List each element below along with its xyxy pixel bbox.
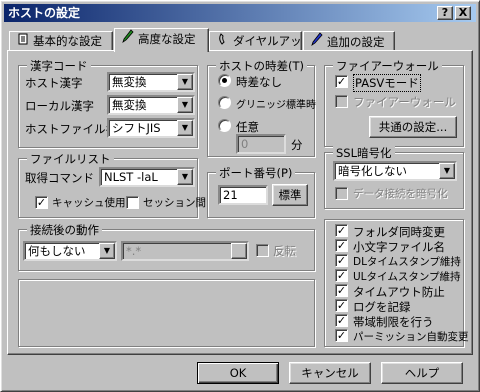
phone-icon (216, 32, 230, 51)
kanji-code-title: 漢字コード (27, 58, 91, 74)
timezone-custom-label: 任意 (236, 120, 259, 134)
chevron-down-icon[interactable]: ▼ (439, 163, 455, 179)
firewall-group: ファイアーウォール ✓ PASVモード ファイアーウォール 共通の設定... (324, 58, 464, 147)
firewall-title: ファイアーウォール (333, 58, 442, 74)
timezone-unit-label: 分 (291, 138, 303, 152)
session-checkbox[interactable] (126, 196, 139, 209)
tab-dialup[interactable]: ダイヤルアップ (209, 31, 313, 51)
option-checkbox-3[interactable]: ✓ (335, 269, 348, 282)
firewall-label: ファイアーウォール (353, 95, 456, 109)
fetch-command-label: 取得コマンド (25, 171, 94, 185)
pasv-mode-label: PASVモード (353, 74, 421, 92)
chevron-down-icon[interactable]: ▼ (177, 97, 193, 113)
ssl-encryption-select[interactable]: 暗号化しない ▼ (333, 161, 457, 181)
option-label-0: フォルダ同時変更 (353, 225, 445, 239)
timezone-gmt-label: グリニッジ標準時 (236, 100, 316, 111)
file-list-title: ファイルリスト (27, 151, 114, 167)
document-icon (16, 32, 30, 51)
host-filename-select[interactable]: シフトJIS ▼ (107, 118, 195, 138)
data-encrypt-checkbox[interactable] (335, 187, 348, 200)
tab-basic-settings[interactable]: 基本的な設定 (9, 31, 113, 51)
pencil-icon (310, 32, 324, 52)
port-number-group: ポート番号(P) 21 標準 (207, 165, 315, 218)
window-title: ホストの設定 (8, 6, 81, 20)
port-number-title: ポート番号(P) (216, 165, 296, 181)
firewall-checkbox[interactable] (335, 95, 348, 108)
ssl-encryption-group: SSL暗号化 暗号化しない ▼ データ接続を暗号化 (324, 145, 464, 209)
tab-additional-settings[interactable]: 追加の設定 (303, 31, 395, 51)
option-label-2: DLタイムスタンプ維持 (353, 256, 461, 268)
timezone-gmt-radio[interactable] (218, 96, 231, 109)
ok-button[interactable]: OK (197, 362, 279, 384)
help-button[interactable]: ヘルプ (381, 362, 463, 384)
option-checkbox-1[interactable]: ✓ (335, 239, 348, 252)
tab-strip: 基本的な設定 高度な設定 ダイヤルアップ 追加の設定 (1, 27, 480, 52)
after-connect-group: 接続後の動作 何もしない ▼ *.* 反転 (18, 222, 315, 271)
pen-icon (121, 29, 135, 49)
chevron-down-icon[interactable]: ▼ (177, 169, 193, 185)
cancel-button[interactable]: キャンセル (289, 362, 371, 384)
host-kanji-label: ホスト漢字 (25, 76, 83, 90)
option-checkbox-5[interactable]: ✓ (335, 299, 348, 312)
option-label-1: 小文字ファイル名 (353, 240, 445, 254)
local-kanji-select[interactable]: 無変換 ▼ (107, 95, 195, 115)
option-label-5: ログを記録 (353, 300, 411, 314)
option-label-7: パーミッション自動変更 (353, 331, 469, 343)
timezone-custom-radio[interactable] (218, 119, 231, 132)
option-checkbox-7[interactable]: ✓ (335, 329, 348, 342)
advanced-settings-panel: 漢字コード ホスト漢字 無変換 ▼ ローカル漢字 無変換 ▼ ホストファイル名 … (7, 50, 473, 355)
title-bar: ホストの設定 ? X (4, 4, 476, 22)
host-kanji-select[interactable]: 無変換 ▼ (107, 72, 195, 92)
reverse-checkbox[interactable] (256, 244, 269, 257)
chevron-down-icon[interactable] (231, 243, 247, 259)
timezone-offset-input[interactable]: 0 (236, 134, 286, 154)
fetch-command-select[interactable]: NLST -laL ▼ (99, 167, 195, 187)
local-kanji-label: ローカル漢字 (25, 99, 94, 113)
option-label-3: ULタイムスタンプ維持 (353, 271, 461, 283)
kanji-code-group: 漢字コード ホスト漢字 無変換 ▼ ローカル漢字 無変換 ▼ ホストファイル名 … (18, 58, 198, 148)
chevron-down-icon[interactable]: ▼ (177, 74, 193, 90)
chevron-down-icon[interactable]: ▼ (99, 243, 115, 259)
option-label-4: タイムアウト防止 (353, 285, 445, 299)
timezone-none-radio[interactable] (218, 74, 231, 87)
cache-label: キャッシュ使用 (52, 197, 126, 209)
close-title-button[interactable]: X (455, 6, 471, 20)
session-label: セッション間 (143, 197, 206, 209)
file-list-group: ファイルリスト 取得コマンド NLST -laL ▼ ✓ キャッシュ使用 セッシ… (18, 151, 206, 218)
option-checkbox-6[interactable]: ✓ (335, 314, 348, 327)
option-checkbox-2[interactable]: ✓ (335, 254, 348, 267)
pasv-mode-checkbox[interactable]: ✓ (335, 75, 348, 88)
after-connect-title: 接続後の動作 (27, 222, 102, 238)
cache-checkbox[interactable]: ✓ (35, 196, 48, 209)
after-connect-path-select[interactable]: *.* (121, 241, 249, 261)
option-checkbox-0[interactable]: ✓ (335, 224, 348, 237)
host-settings-dialog: ホストの設定 ? X 基本的な設定 高度な設定 ダイヤルアップ 追加の設定 漢字… (0, 0, 480, 392)
data-encrypt-label: データ接続を暗号化 (353, 188, 448, 200)
help-title-button[interactable]: ? (437, 6, 453, 20)
reverse-label: 反転 (273, 244, 296, 258)
ssl-encryption-title: SSL暗号化 (333, 145, 395, 161)
after-connect-action-select[interactable]: 何もしない ▼ (23, 241, 117, 261)
chevron-down-icon[interactable]: ▼ (177, 120, 193, 136)
empty-info-area (18, 279, 315, 347)
option-label-6: 帯域制限を行う (353, 315, 434, 329)
port-number-input[interactable]: 21 (218, 185, 268, 205)
options-group: ✓ フォルダ同時変更 ✓ 小文字ファイル名 ✓ DLタイムスタンプ維持 ✓ UL… (324, 219, 469, 347)
host-filename-label: ホストファイル名 (25, 122, 117, 136)
option-checkbox-4[interactable]: ✓ (335, 284, 348, 297)
common-settings-button[interactable]: 共通の設定... (369, 116, 457, 138)
host-timezone-group: ホストの時差(T) 時差なし グリニッジ標準時 任意 0 分 (207, 58, 316, 157)
host-timezone-title: ホストの時差(T) (216, 58, 307, 74)
standard-port-button[interactable]: 標準 (272, 184, 308, 206)
timezone-none-label: 時差なし (236, 75, 282, 89)
tab-advanced-settings[interactable]: 高度な設定 (114, 28, 209, 52)
